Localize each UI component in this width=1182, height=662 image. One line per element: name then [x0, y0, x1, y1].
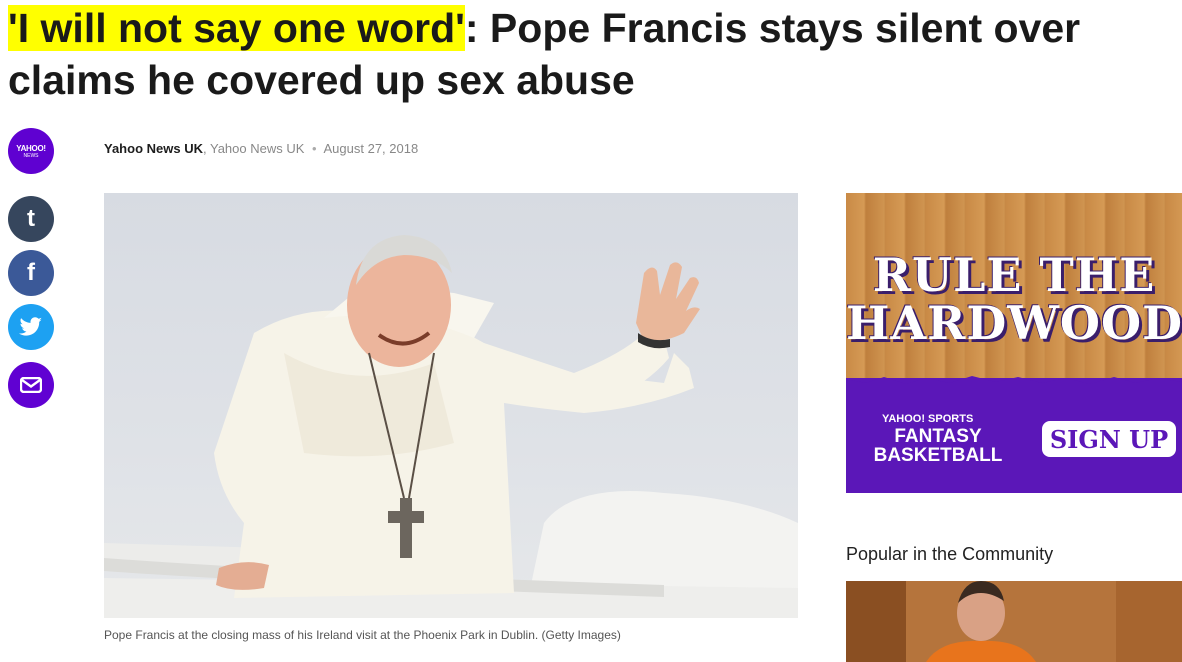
twitter-bird-icon	[19, 317, 42, 336]
mail-icon	[20, 377, 42, 393]
ad-product: FANTASY BASKETBALL	[858, 427, 1018, 465]
facebook-icon: f	[27, 259, 35, 286]
email-share-button[interactable]	[8, 362, 54, 408]
popular-section-title: Popular in the Community	[846, 544, 1054, 564]
twitter-share-button[interactable]	[8, 304, 54, 350]
popular-thumbnail-image	[846, 581, 1182, 662]
ad-headline: RULE THE HARDWOOD	[846, 248, 1182, 350]
tumblr-icon: t	[27, 205, 35, 232]
popular-thumbnail[interactable]	[846, 581, 1182, 662]
byline: Yahoo News UK, Yahoo News UK • August 27…	[104, 141, 418, 156]
ad-signup-label: SIGN UP	[1049, 424, 1169, 454]
ad-signup-button[interactable]: SIGN UP	[1042, 421, 1176, 457]
author-name[interactable]: Yahoo News UK	[104, 141, 203, 156]
byline-separator: •	[312, 141, 317, 156]
publish-date: August 27, 2018	[323, 141, 419, 156]
photo-caption: Pope Francis at the closing mass of his …	[104, 628, 621, 642]
tumblr-share-button[interactable]: t	[8, 196, 54, 242]
publisher-avatar[interactable]: YAHOO! NEWS	[8, 128, 54, 174]
article-photo	[104, 193, 798, 618]
facebook-share-button[interactable]: f	[8, 250, 54, 296]
source-name: Yahoo News UK	[209, 141, 305, 156]
ad-product-line2: BASKETBALL	[873, 445, 1003, 466]
headline: 'I will not say one word': Pope Francis …	[8, 2, 1178, 106]
advertisement-banner[interactable]: RULE THE HARDWOOD YAHOO! SPORTS FANTASY …	[846, 193, 1182, 493]
avatar-text-bottom: NEWS	[23, 152, 39, 159]
ad-torn-edge	[846, 376, 1182, 391]
headline-highlighted-quote: 'I will not say one word'	[8, 5, 465, 51]
byline-comma: ,	[202, 141, 207, 156]
ad-product-line1: FANTASY	[894, 426, 982, 447]
avatar-text-top: YAHOO!	[16, 143, 46, 153]
pope-waving-illustration	[104, 235, 798, 618]
ad-sponsor: YAHOO! SPORTS	[882, 413, 974, 425]
